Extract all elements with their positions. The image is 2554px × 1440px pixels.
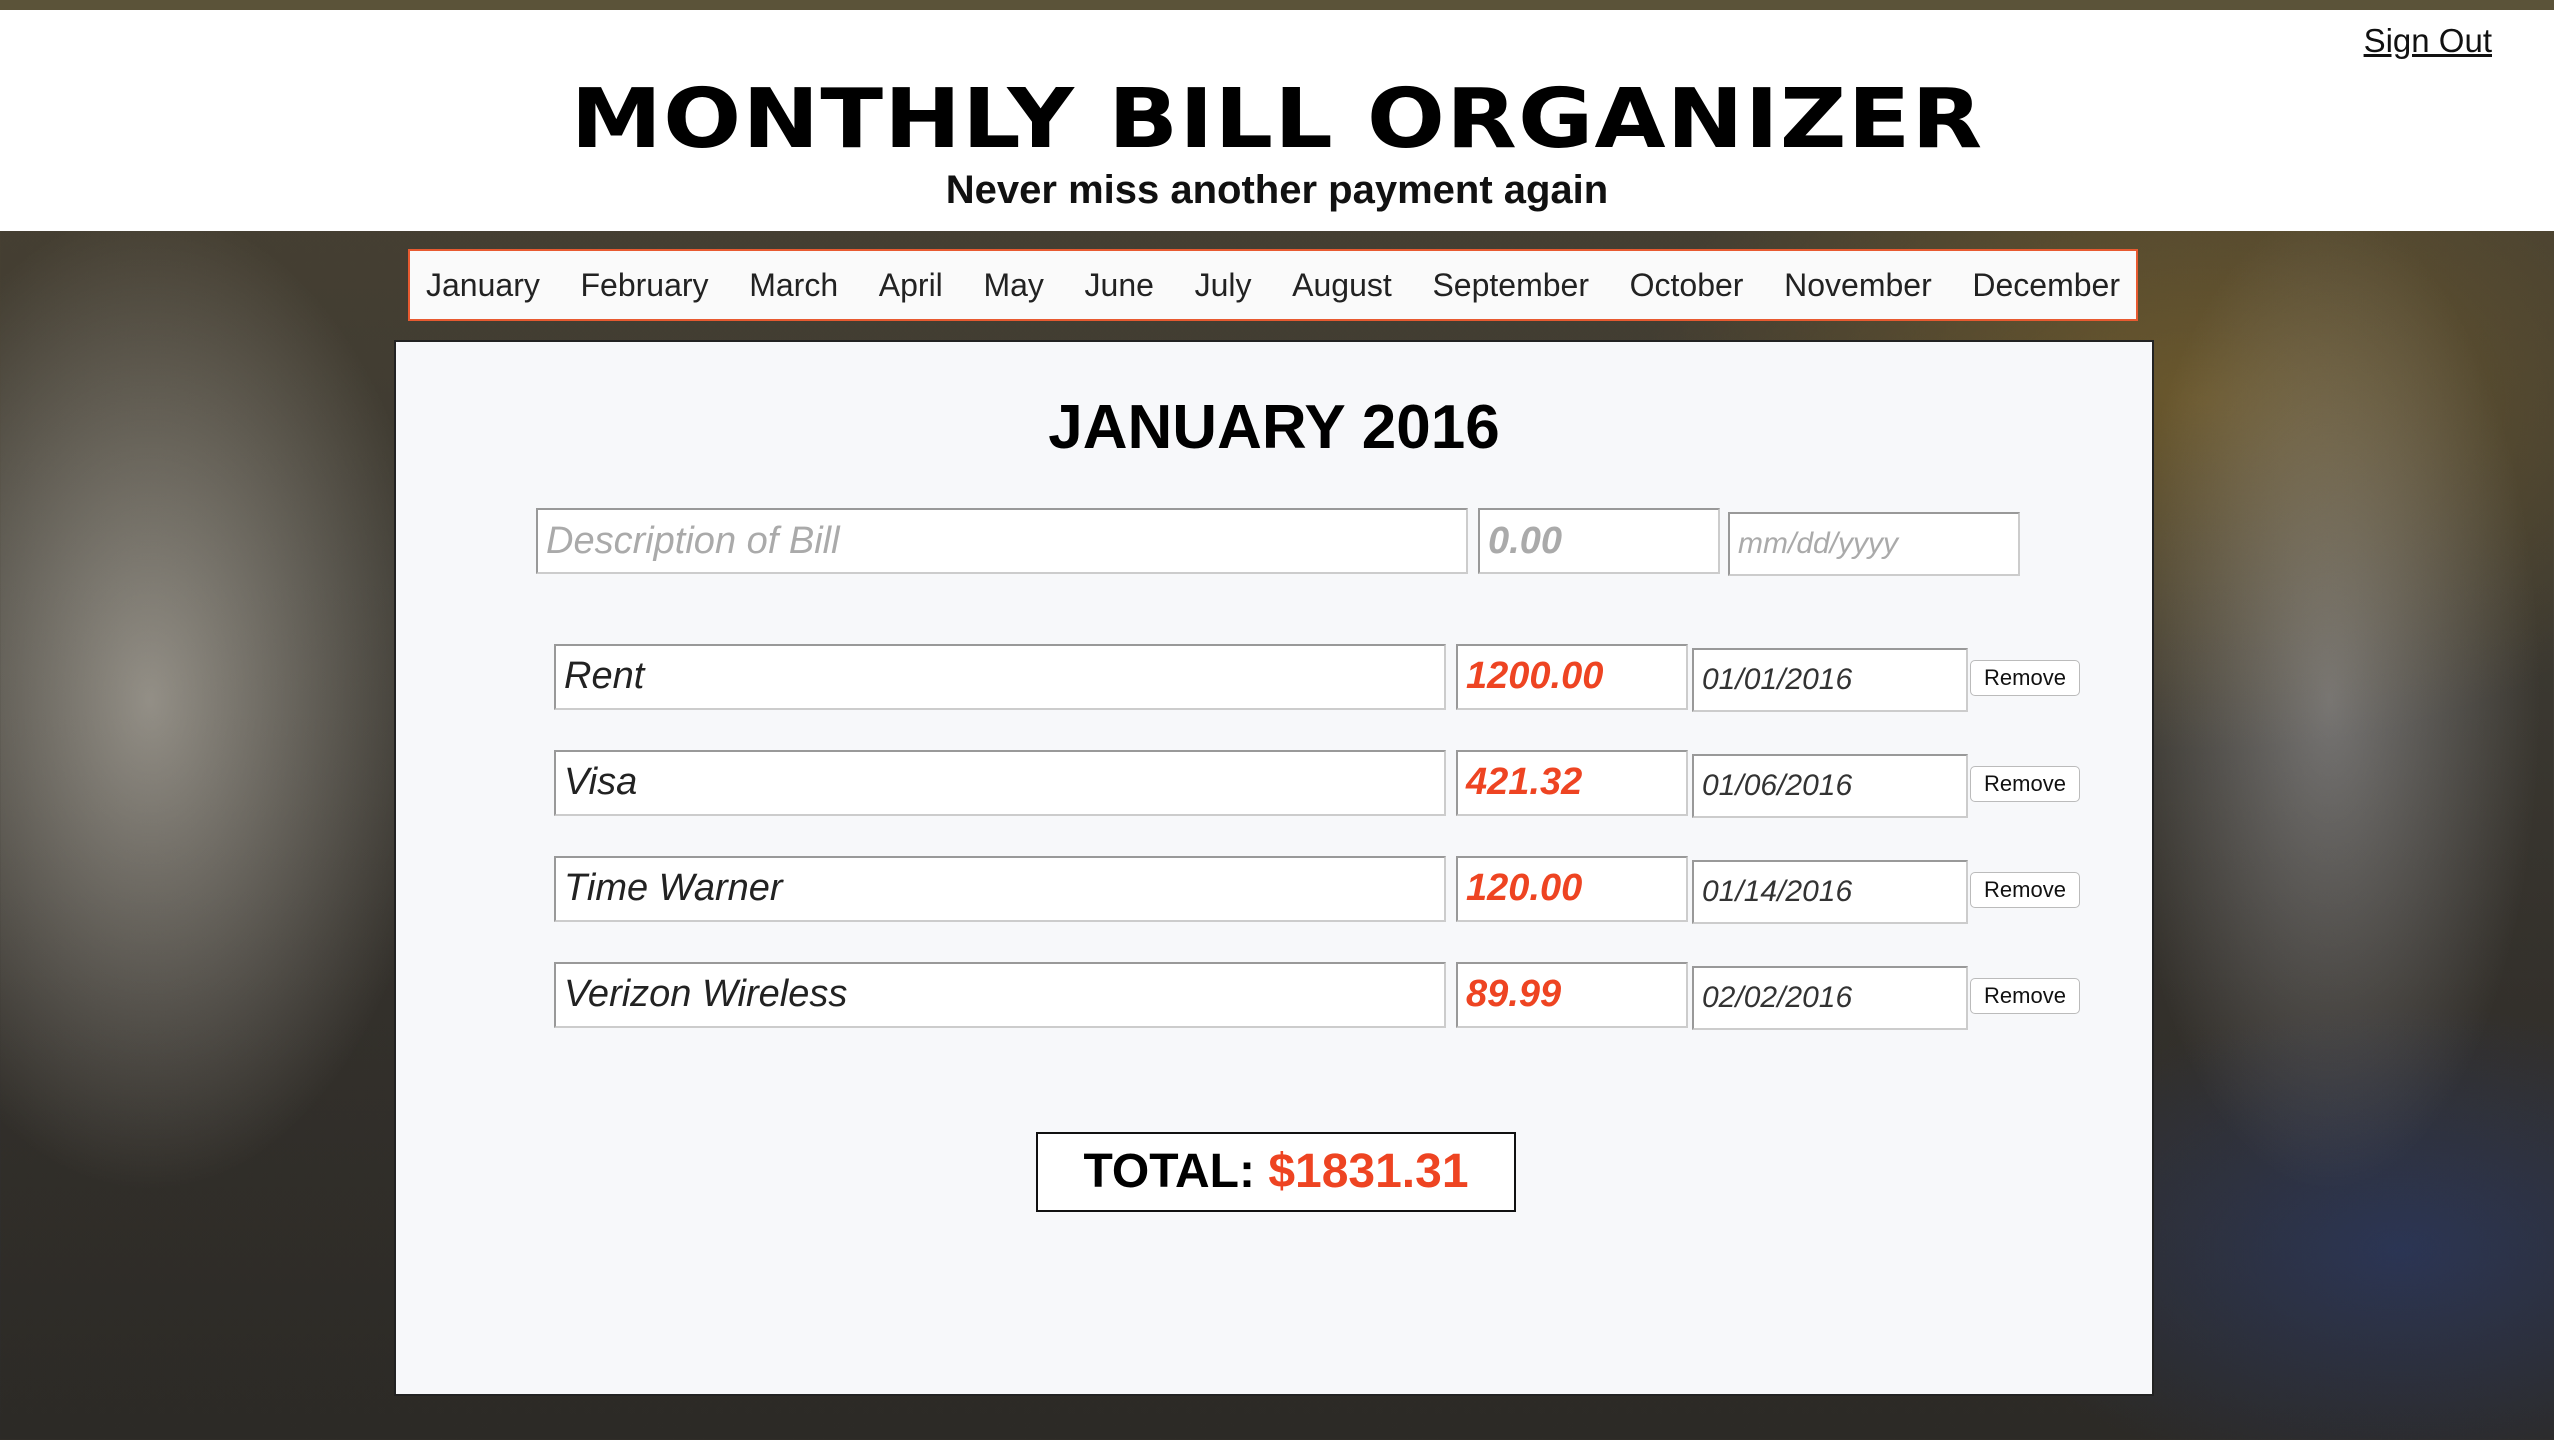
month-tab-august[interactable]: August [1292, 267, 1392, 304]
total-label: TOTAL: [1083, 1145, 1255, 1198]
sign-out-link[interactable]: Sign Out [2364, 22, 2492, 60]
month-title: JANUARY 2016 [1048, 393, 1500, 462]
app-title: MONTHLY BILL ORGANIZER [570, 72, 1984, 167]
bill-description[interactable]: Rent [554, 644, 1446, 710]
total-box: TOTAL: $1831.31 [1036, 1132, 1516, 1212]
month-tab-november[interactable]: November [1784, 267, 1932, 304]
month-tab-april[interactable]: April [879, 267, 943, 304]
bill-date[interactable]: 01/06/2016 [1692, 754, 1968, 818]
month-tab-january[interactable]: January [426, 267, 540, 304]
month-tab-may[interactable]: May [983, 267, 1043, 304]
month-tab-october[interactable]: October [1630, 267, 1744, 304]
month-tab-march[interactable]: March [749, 267, 838, 304]
bill-panel: JANUARY 2016 Rent 1200.00 01/01/2016 Rem… [394, 340, 2154, 1396]
new-bill-amount-input[interactable] [1478, 508, 1720, 574]
new-bill-date-input[interactable] [1728, 512, 2020, 576]
bill-description[interactable]: Verizon Wireless [554, 962, 1446, 1028]
background-strip [0, 0, 2554, 10]
bill-description[interactable]: Visa [554, 750, 1446, 816]
remove-button[interactable]: Remove [1970, 978, 2080, 1014]
month-tab-february[interactable]: February [581, 267, 709, 304]
site-header: Sign Out MONTHLY BILL ORGANIZER Never mi… [0, 10, 2554, 231]
remove-button[interactable]: Remove [1970, 872, 2080, 908]
new-bill-description-input[interactable] [536, 508, 1468, 574]
bill-date[interactable]: 01/14/2016 [1692, 860, 1968, 924]
app-subtitle: Never miss another payment again [945, 168, 1609, 212]
bill-amount[interactable]: 421.32 [1456, 750, 1688, 816]
remove-button[interactable]: Remove [1970, 660, 2080, 696]
month-tab-december[interactable]: December [1972, 267, 2120, 304]
month-nav: January February March April May June Ju… [408, 249, 2138, 321]
bill-date[interactable]: 01/01/2016 [1692, 648, 1968, 712]
bill-amount[interactable]: 89.99 [1456, 962, 1688, 1028]
remove-button[interactable]: Remove [1970, 766, 2080, 802]
bill-amount[interactable]: 1200.00 [1456, 644, 1688, 710]
month-tab-september[interactable]: September [1432, 267, 1589, 304]
bill-amount[interactable]: 120.00 [1456, 856, 1688, 922]
bill-description[interactable]: Time Warner [554, 856, 1446, 922]
total-value: $1831.31 [1268, 1145, 1469, 1198]
month-tab-june[interactable]: June [1085, 267, 1154, 304]
bill-date[interactable]: 02/02/2016 [1692, 966, 1968, 1030]
month-tab-july[interactable]: July [1195, 267, 1252, 304]
